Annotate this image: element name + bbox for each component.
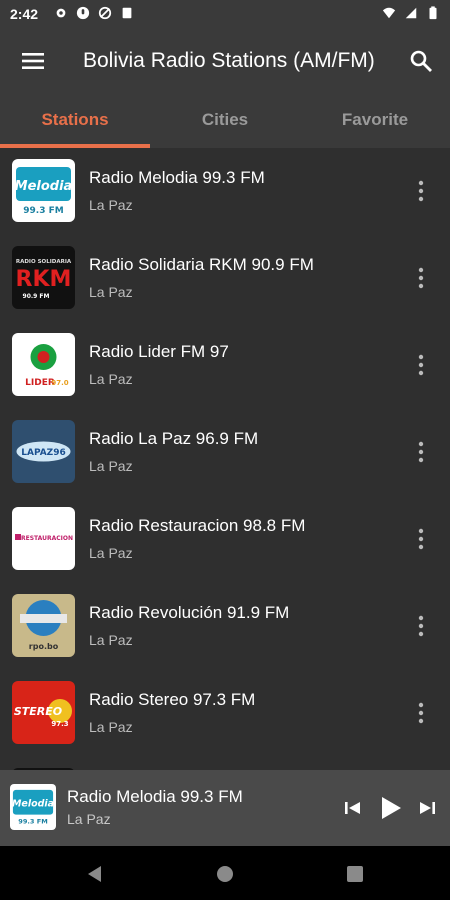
svg-text:99.3 FM: 99.3 FM: [23, 206, 63, 216]
station-row-partial[interactable]: [0, 757, 450, 770]
station-name: Radio Restauracion 98.8 FM: [89, 516, 306, 535]
tab-favorite[interactable]: Favorite: [300, 92, 450, 148]
mic-icon: [76, 6, 90, 20]
status-bar: 2:42: [0, 0, 450, 30]
more-vert-icon[interactable]: [414, 266, 428, 290]
player-logo: Melodia 99.3 FM: [10, 784, 56, 830]
station-name: Radio Solidaria RKM 90.9 FM: [89, 255, 314, 274]
station-logo-stereo: STEREO 97.3: [12, 681, 75, 744]
svg-text:LAPAZ96: LAPAZ96: [21, 448, 66, 458]
search-icon[interactable]: [408, 48, 434, 74]
player-station-city: La Paz: [67, 811, 111, 827]
station-logo-rkm: RADIO SOLIDARIA RKM 90.9 FM: [12, 246, 75, 309]
more-vert-icon[interactable]: [414, 614, 428, 638]
station-city: La Paz: [89, 545, 133, 561]
station-row-lider[interactable]: LIDER 97.0 Radio Lider FM 97 La Paz: [0, 322, 450, 409]
recents-nav-icon[interactable]: [345, 864, 365, 884]
signal-icon: [405, 7, 417, 19]
station-city: La Paz: [89, 458, 133, 474]
svg-text:RKM: RKM: [16, 267, 72, 292]
app-bar: Bolivia Radio Stations (AM/FM): [0, 30, 450, 92]
station-logo-lapaz: LAPAZ96: [12, 420, 75, 483]
battery-icon: [429, 6, 437, 20]
station-row-melodia[interactable]: Melodia 99.3 FM Radio Melodia 99.3 FM La…: [0, 148, 450, 235]
gear-icon: [56, 8, 66, 18]
station-name: Radio Melodia 99.3 FM: [89, 168, 265, 187]
wifi-icon: [382, 7, 396, 19]
station-logo-restauracion: RESTAURACION: [12, 507, 75, 570]
play-icon[interactable]: [377, 794, 403, 822]
status-time: 2:42: [10, 6, 39, 22]
station-city: La Paz: [89, 719, 133, 735]
svg-text:Melodia: Melodia: [15, 179, 73, 194]
station-city: La Paz: [89, 197, 133, 213]
svg-text:RESTAURACION: RESTAURACION: [21, 535, 73, 542]
back-nav-icon[interactable]: [85, 864, 105, 884]
more-vert-icon[interactable]: [414, 701, 428, 725]
station-logo-lider: LIDER 97.0: [12, 333, 75, 396]
svg-text:rpo.bo: rpo.bo: [29, 642, 59, 651]
more-vert-icon[interactable]: [414, 440, 428, 464]
skip-previous-icon[interactable]: [340, 794, 366, 822]
svg-text:RADIO SOLIDARIA: RADIO SOLIDARIA: [16, 259, 72, 265]
clipboard-icon: [122, 7, 132, 19]
svg-text:97.0: 97.0: [51, 379, 68, 387]
mini-player[interactable]: Melodia 99.3 FM Radio Melodia 99.3 FM La…: [0, 770, 450, 846]
station-name: Radio Lider FM 97: [89, 342, 229, 361]
station-list: Melodia 99.3 FM Radio Melodia 99.3 FM La…: [0, 148, 450, 770]
station-city: La Paz: [89, 284, 133, 300]
station-row-revolucion[interactable]: rpo.bo Radio Revolución 91.9 FM La Paz: [0, 583, 450, 670]
player-station-name: Radio Melodia 99.3 FM: [67, 787, 243, 806]
svg-text:STEREO: STEREO: [14, 705, 62, 718]
more-vert-icon[interactable]: [414, 179, 428, 203]
home-nav-icon[interactable]: [215, 864, 235, 884]
svg-text:Melodia: Melodia: [12, 799, 54, 810]
station-city: La Paz: [89, 632, 133, 648]
station-name: Radio La Paz 96.9 FM: [89, 429, 259, 448]
svg-text:90.9 FM: 90.9 FM: [23, 293, 50, 300]
app-title: Bolivia Radio Stations (AM/FM): [83, 49, 375, 72]
more-vert-icon[interactable]: [414, 527, 428, 551]
svg-text:97.3: 97.3: [51, 720, 68, 728]
station-row-restauracion[interactable]: RESTAURACION Radio Restauracion 98.8 FM …: [0, 496, 450, 583]
tab-bar: Stations Cities Favorite: [0, 92, 450, 148]
svg-text:99.3 FM: 99.3 FM: [18, 817, 47, 825]
station-name: Radio Revolución 91.9 FM: [89, 603, 290, 622]
tab-cities[interactable]: Cities: [150, 92, 300, 148]
tab-stations[interactable]: Stations: [0, 92, 150, 148]
station-row-stereo[interactable]: STEREO 97.3 Radio Stereo 97.3 FM La Paz: [0, 670, 450, 757]
station-row-rkm[interactable]: RADIO SOLIDARIA RKM 90.9 FM Radio Solida…: [0, 235, 450, 322]
menu-icon[interactable]: [20, 48, 46, 74]
more-vert-icon[interactable]: [414, 353, 428, 377]
skip-next-icon[interactable]: [414, 794, 440, 822]
station-logo-melodia: Melodia 99.3 FM: [12, 159, 75, 222]
station-name: Radio Stereo 97.3 FM: [89, 690, 256, 709]
system-nav-bar: [0, 846, 450, 900]
station-logo-revolucion: rpo.bo: [12, 594, 75, 657]
station-city: La Paz: [89, 371, 133, 387]
station-row-lapaz[interactable]: LAPAZ96 Radio La Paz 96.9 FM La Paz: [0, 409, 450, 496]
data-saver-icon: [98, 6, 112, 20]
